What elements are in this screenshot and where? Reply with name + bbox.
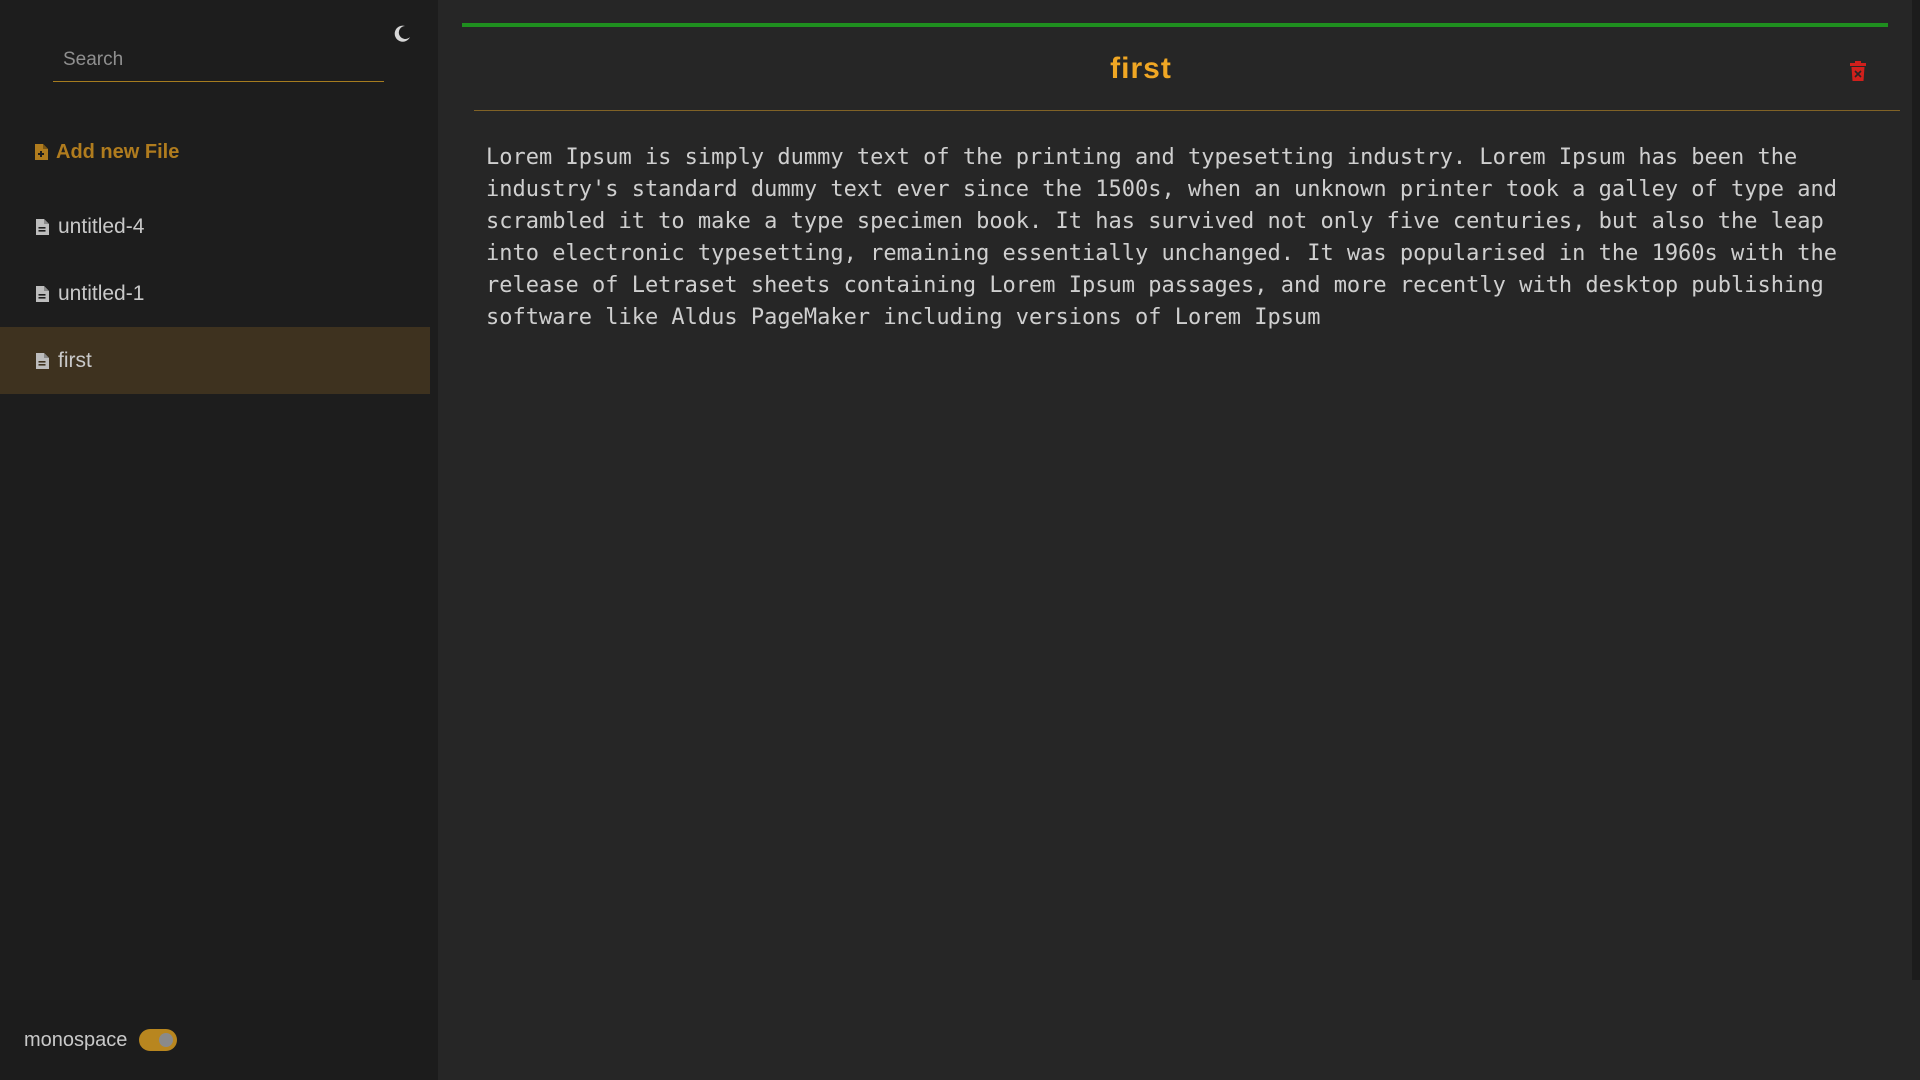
editor-textarea[interactable]: Lorem Ipsum is simply dummy text of the … [486, 142, 1866, 1042]
title-divider [474, 110, 1900, 111]
file-item-label: untitled-1 [58, 281, 145, 305]
search-box [53, 38, 384, 82]
file-item-label: first [58, 348, 92, 372]
scrollbar[interactable] [1912, 0, 1920, 980]
monospace-toggle-row: monospace [0, 1000, 438, 1080]
add-new-file-label: Add new File [56, 140, 180, 163]
save-progress-bar [462, 23, 1888, 27]
monospace-label: monospace [24, 1028, 128, 1051]
switch-knob [159, 1033, 174, 1047]
editor-panel: first Lorem Ipsum is simply dummy text o… [438, 0, 1920, 1080]
add-new-file-button[interactable]: Add new File [34, 136, 179, 168]
file-list: untitled-4 untitled-1 first [0, 193, 430, 394]
app: Add new File untitled-4 [0, 0, 1920, 1080]
moon-icon[interactable] [388, 20, 416, 48]
trash-icon[interactable] [1846, 58, 1870, 84]
file-icon [35, 285, 49, 302]
file-icon [35, 352, 49, 369]
monospace-switch[interactable] [139, 1029, 178, 1051]
file-item-first[interactable]: first [0, 327, 430, 394]
document-title: first [1110, 52, 1172, 85]
file-plus-icon [34, 144, 48, 160]
search-input[interactable] [53, 38, 384, 81]
sidebar: Add new File untitled-4 [0, 0, 438, 1080]
file-item-untitled-4[interactable]: untitled-4 [0, 193, 430, 260]
file-icon [35, 218, 49, 235]
file-item-label: untitled-4 [58, 214, 145, 238]
file-item-untitled-1[interactable]: untitled-1 [0, 260, 430, 327]
